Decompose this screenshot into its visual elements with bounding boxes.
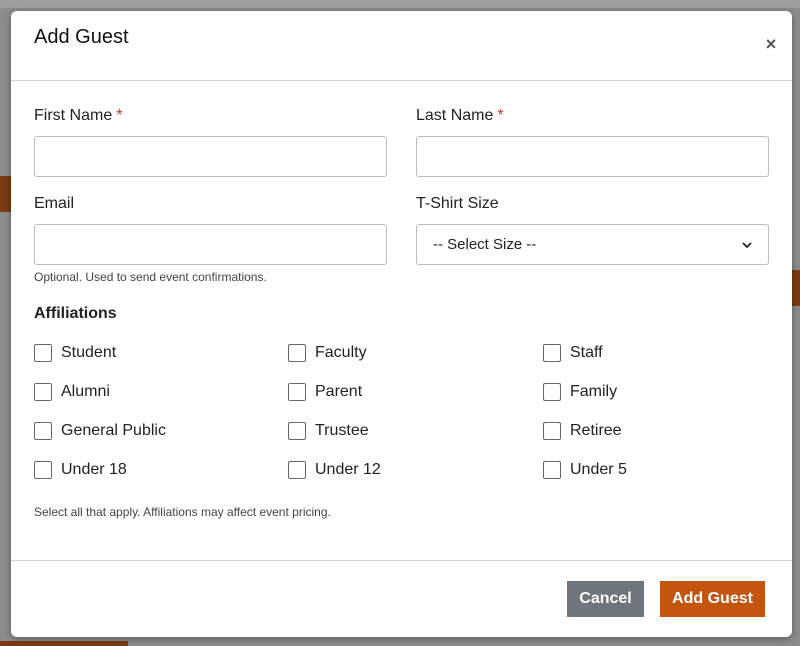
- first-name-input[interactable]: [34, 136, 387, 177]
- checkbox-label: Staff: [570, 344, 603, 361]
- backdrop-button: [0, 176, 11, 212]
- checkbox-box[interactable]: [543, 422, 561, 440]
- modal-header: Add Guest ×: [11, 11, 792, 81]
- checkbox-box[interactable]: [34, 422, 52, 440]
- checkbox-label: Family: [570, 383, 618, 400]
- checkbox-general-public[interactable]: General Public: [34, 421, 166, 441]
- email-input[interactable]: [34, 224, 387, 265]
- checkbox-alumni[interactable]: Alumni: [34, 382, 110, 402]
- backdrop-button-right: [792, 270, 800, 306]
- checkbox-faculty[interactable]: Faculty: [288, 343, 367, 363]
- checkbox-label: Alumni: [61, 383, 110, 400]
- checkbox-student[interactable]: Student: [34, 343, 116, 363]
- checkbox-label: Under 12: [315, 461, 381, 478]
- last-name-label-text: Last Name: [416, 107, 494, 124]
- modal-title: Add Guest: [34, 26, 129, 48]
- add-guest-button[interactable]: Add Guest: [660, 581, 765, 617]
- close-icon[interactable]: ×: [764, 35, 778, 53]
- checkbox-box[interactable]: [543, 344, 561, 362]
- modal-footer: Cancel Add Guest: [11, 560, 792, 638]
- cancel-button[interactable]: Cancel: [567, 581, 644, 617]
- checkbox-staff[interactable]: Staff: [543, 343, 603, 363]
- email-label: Email: [34, 195, 75, 212]
- checkbox-parent[interactable]: Parent: [288, 382, 362, 402]
- checkbox-box[interactable]: [288, 383, 306, 401]
- first-name-label-text: First Name: [34, 107, 113, 124]
- checkbox-box[interactable]: [34, 461, 52, 479]
- checkbox-box[interactable]: [34, 344, 52, 362]
- tshirt-size-select[interactable]: -- Select Size --: [416, 224, 769, 265]
- checkbox-box[interactable]: [34, 383, 52, 401]
- checkbox-box[interactable]: [288, 422, 306, 440]
- backdrop-button-bottom: [0, 641, 128, 646]
- checkbox-label: Faculty: [315, 344, 367, 361]
- checkbox-family[interactable]: Family: [543, 382, 617, 402]
- checkbox-label: General Public: [61, 422, 166, 439]
- tshirt-size-label: T-Shirt Size: [416, 195, 499, 212]
- tshirt-size-selected: -- Select Size --: [433, 236, 537, 253]
- checkbox-under-18[interactable]: Under 18: [34, 460, 127, 480]
- checkbox-trustee[interactable]: Trustee: [288, 421, 369, 441]
- email-help-text: Optional. Used to send event confirmatio…: [34, 270, 267, 284]
- checkbox-box[interactable]: [543, 383, 561, 401]
- last-name-input[interactable]: [416, 136, 769, 177]
- checkbox-under-12[interactable]: Under 12: [288, 460, 381, 480]
- checkbox-under-5[interactable]: Under 5: [543, 460, 627, 480]
- checkbox-label: Parent: [315, 383, 363, 400]
- checkbox-label: Retiree: [570, 422, 622, 439]
- add-guest-modal: Add Guest × First Name * Last Name * Email…: [11, 11, 792, 637]
- checkbox-box[interactable]: [288, 461, 306, 479]
- first-name-label: First Name *: [34, 107, 122, 125]
- required-mark: *: [497, 107, 504, 124]
- chevron-down-icon: [742, 241, 752, 248]
- checkbox-label: Student: [61, 344, 117, 361]
- checkbox-label: Under 18: [61, 461, 127, 478]
- last-name-label: Last Name *: [416, 107, 504, 125]
- backdrop-header: [0, 0, 800, 8]
- checkbox-box[interactable]: [288, 344, 306, 362]
- checkbox-retiree[interactable]: Retiree: [543, 421, 622, 441]
- affiliations-help-text: Select all that apply. Affiliations may …: [34, 505, 331, 519]
- required-mark: *: [116, 107, 123, 124]
- affiliations-title: Affiliations: [34, 305, 117, 322]
- checkbox-label: Trustee: [315, 422, 369, 439]
- checkbox-box[interactable]: [543, 461, 561, 479]
- checkbox-label: Under 5: [570, 461, 627, 478]
